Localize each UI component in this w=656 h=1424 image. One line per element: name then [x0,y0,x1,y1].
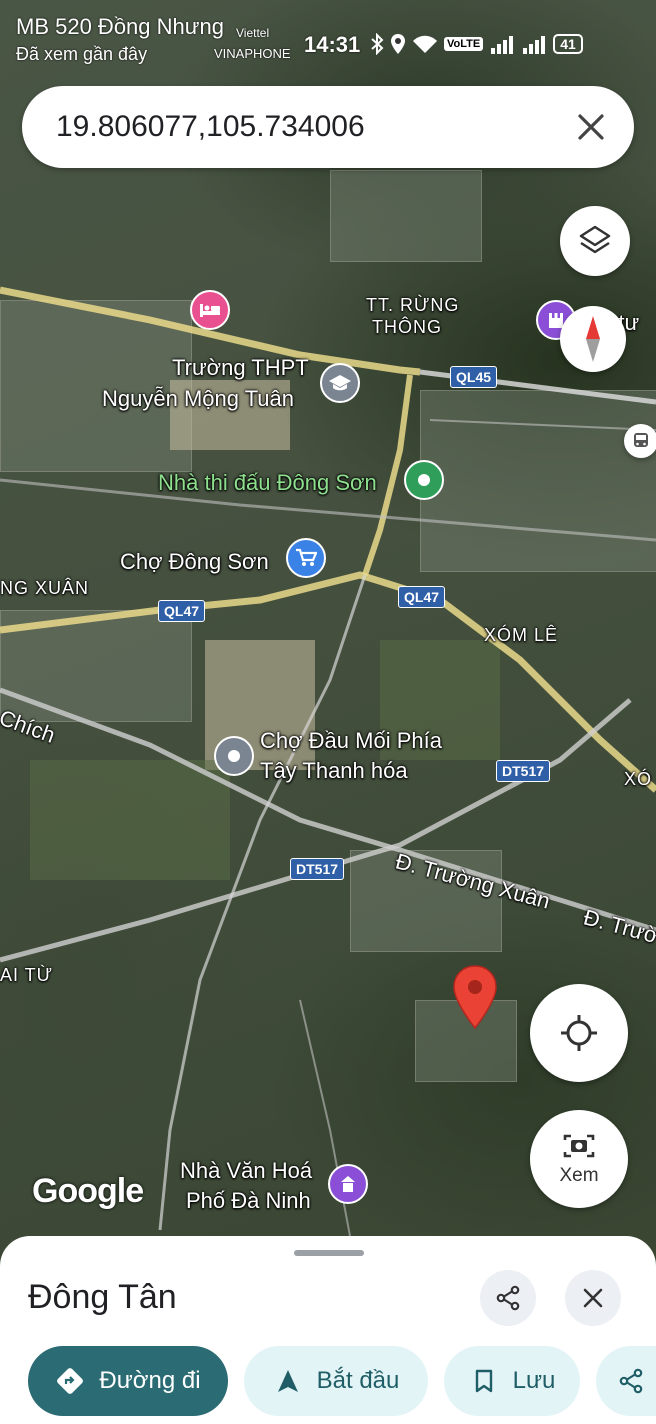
drag-handle[interactable] [294,1250,364,1256]
road-tag-ql47: QL47 [398,586,446,608]
share-icon [496,1285,520,1311]
area-label: XÓM LÊ [484,625,559,645]
share-icon [619,1368,643,1394]
share-chip[interactable] [596,1346,656,1416]
place-label[interactable]: Phố Đà Ninh [186,1186,311,1216]
signal-icon [523,36,546,54]
layers-icon [579,225,611,254]
place-label[interactable]: Tây Thanh hóa [260,756,408,786]
google-logo: Google [32,1172,144,1210]
battery-icon: 41 [553,34,583,54]
volte-badge: VoLTE [444,37,484,51]
road-tag-dt517: DT517 [290,858,345,880]
transit-button[interactable] [624,424,656,458]
save-label: Lưu [512,1367,556,1394]
status-icons: VoLTE 41 [370,32,583,56]
directions-label: Đường đi [99,1367,201,1394]
compass-button[interactable] [560,306,626,372]
start-label: Bắt đầu [316,1367,400,1394]
road-tag-ql47: QL47 [158,600,206,622]
stadium-icon[interactable] [404,460,444,500]
directions-button[interactable]: Đường đi [28,1346,228,1416]
recent-place-title[interactable]: MB 520 Đồng Nhưng [16,14,224,40]
place-label[interactable]: Nhà Văn Hoá [180,1156,312,1186]
area-label: TT. RỪNG [366,295,460,315]
compass-icon [586,316,600,362]
school-icon[interactable] [320,363,360,403]
hotel-icon[interactable] [190,290,230,330]
wifi-icon [413,35,437,53]
street-view-button[interactable]: Xem [530,1110,628,1208]
bluetooth-icon [371,33,384,55]
place-label[interactable]: Chợ Đầu Mối Phía [260,726,442,756]
search-bar[interactable]: 19.806077,105.734006 [22,86,634,168]
save-button[interactable]: Lưu [444,1346,580,1416]
start-button[interactable]: Bắt đầu [244,1346,428,1416]
recent-place-subtitle: Đã xem gần đây [16,44,148,64]
place-pin-icon[interactable] [214,736,254,776]
place-label[interactable]: Chợ Đông Sơn [120,547,269,577]
close-icon[interactable] [574,110,608,144]
close-sheet-button[interactable] [565,1270,621,1326]
clock: 14:31 [304,32,361,57]
area-label: XÓ [624,769,653,789]
navigation-arrow-icon [273,1366,303,1396]
layers-button[interactable] [560,206,630,276]
crosshair-icon [561,1015,597,1051]
place-title: Đông Tân [28,1278,177,1316]
search-input[interactable]: 19.806077,105.734006 [56,110,365,144]
street-view-label: Xem [559,1165,599,1186]
share-button[interactable] [480,1270,536,1326]
directions-icon [55,1366,85,1396]
location-pin-icon[interactable] [452,964,498,1030]
road-tag-ql45: QL45 [450,366,498,388]
shopping-cart-icon[interactable] [286,538,326,578]
area-label: NG XUÂN [0,578,90,598]
place-label[interactable]: Trường THPT [172,353,309,383]
place-sheet: Đông Tân Đường đi Bắt đầu Lưu [0,1236,656,1424]
bookmark-icon [469,1366,499,1396]
map-canvas[interactable]: TT. RỪNG THÔNG Trường THPT Nguyễn Mộng T… [0,0,656,1424]
my-location-button[interactable] [530,984,628,1082]
status-bar: MB 520 Đồng Nhưng Đã xem gần đây Viettel… [0,0,656,70]
place-label[interactable]: Nhà thi đấu Đông Sơn [158,468,377,498]
road-tag-dt517: DT517 [496,760,551,782]
carrier-label: VINAPHONE [214,46,291,61]
monument-icon[interactable] [328,1164,368,1204]
location-icon [391,34,405,54]
place-label[interactable]: Nguyễn Mộng Tuân [102,384,294,414]
signal-icon [491,36,514,54]
area-label: THÔNG [372,317,442,337]
area-label: AI TỪ [0,965,54,985]
close-icon [583,1288,603,1308]
bus-icon [634,433,648,447]
camera-icon [563,1134,595,1158]
carrier-label: Viettel [236,26,270,40]
